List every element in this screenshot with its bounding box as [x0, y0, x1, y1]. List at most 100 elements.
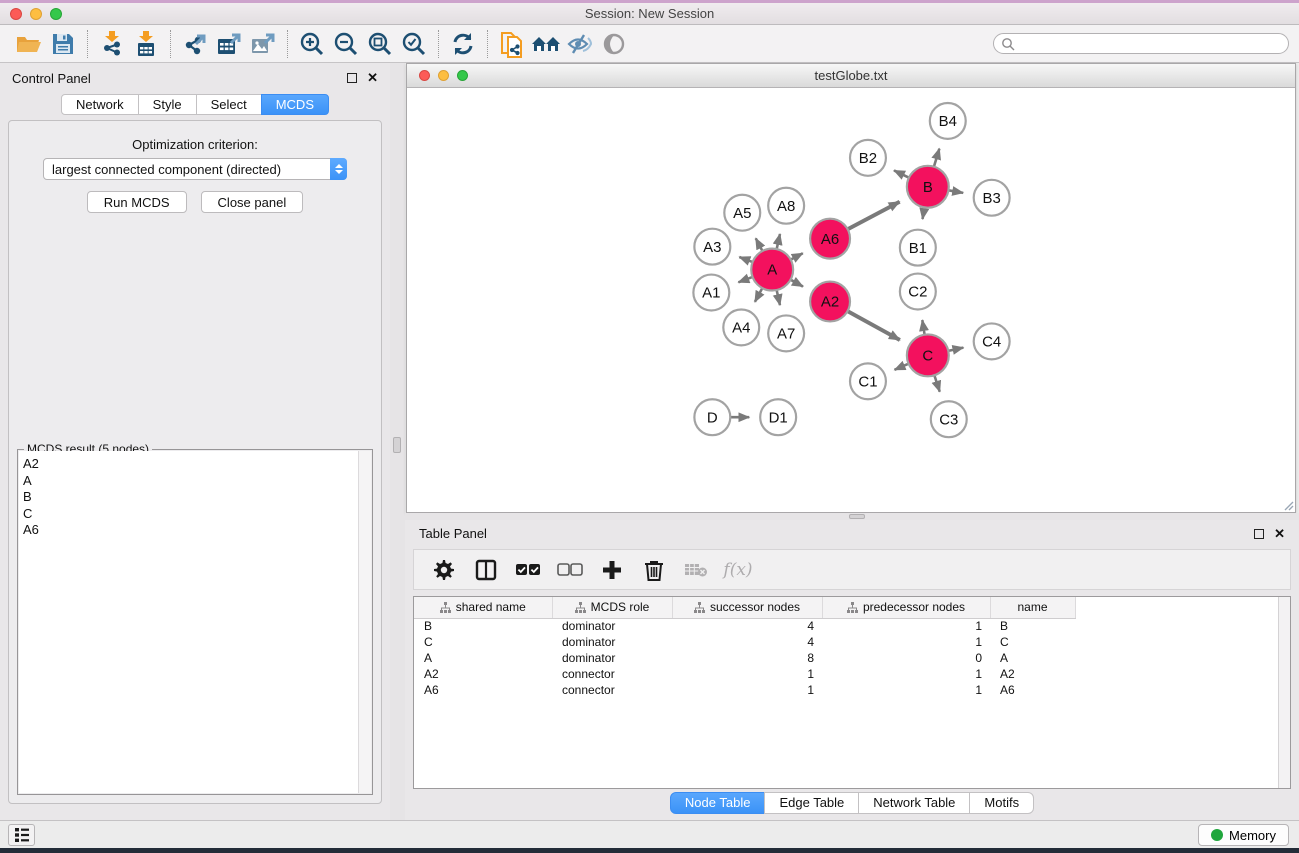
deselect-all-columns-button[interactable] [556, 556, 584, 584]
tab-node-table[interactable]: Node Table [670, 792, 766, 814]
float-panel-icon[interactable] [1254, 529, 1264, 539]
table-cell[interactable]: 4 [672, 618, 822, 634]
edge-B-B3[interactable] [948, 190, 963, 193]
search-input[interactable] [1015, 35, 1288, 52]
edge-A6-B[interactable] [848, 202, 900, 230]
export-network-button[interactable] [178, 29, 212, 59]
table-row[interactable]: Bdominator41B [414, 618, 1075, 634]
table-cell[interactable]: A6 [414, 682, 552, 698]
table-cell[interactable]: dominator [552, 634, 672, 650]
graph-node-C2[interactable]: C2 [900, 274, 936, 310]
table-cell[interactable]: 1 [822, 682, 990, 698]
result-list-item[interactable]: C [23, 506, 371, 523]
table-cell[interactable]: C [414, 634, 552, 650]
edge-A-A2[interactable] [791, 280, 803, 287]
table-cell[interactable]: B [990, 618, 1075, 634]
save-session-button[interactable] [46, 29, 80, 59]
result-list-item[interactable]: A [23, 473, 371, 490]
zoom-out-button[interactable] [329, 29, 363, 59]
table-cell[interactable]: C [990, 634, 1075, 650]
zoom-fit-button[interactable] [363, 29, 397, 59]
result-list-item[interactable]: A6 [23, 522, 371, 539]
result-list-scrollbar[interactable] [358, 451, 371, 793]
table-row[interactable]: A6connector11A6 [414, 682, 1075, 698]
table-cell[interactable]: 1 [822, 618, 990, 634]
zoom-in-button[interactable] [295, 29, 329, 59]
table-cell[interactable]: 1 [672, 682, 822, 698]
edge-B-B2[interactable] [894, 170, 909, 177]
open-session-button[interactable] [12, 29, 46, 59]
table-cell[interactable]: connector [552, 666, 672, 682]
column-layout-button[interactable] [472, 556, 500, 584]
tab-network-table[interactable]: Network Table [858, 792, 970, 814]
tab-mcds[interactable]: MCDS [261, 94, 329, 115]
edge-C-C3[interactable] [934, 375, 939, 391]
divider-grip[interactable] [393, 437, 401, 453]
graph-node-C1[interactable]: C1 [850, 363, 886, 399]
table-row[interactable]: A2connector11A2 [414, 666, 1075, 682]
divider-grip[interactable] [849, 514, 865, 519]
tab-style[interactable]: Style [138, 94, 197, 115]
graph-node-B2[interactable]: B2 [850, 140, 886, 176]
select-all-columns-button[interactable] [514, 556, 542, 584]
edge-A-A1[interactable] [738, 277, 752, 282]
graph-node-B3[interactable]: B3 [974, 180, 1010, 216]
table-cell[interactable]: 1 [822, 634, 990, 650]
tab-select[interactable]: Select [196, 94, 262, 115]
import-table-button[interactable] [129, 29, 163, 59]
export-table-button[interactable] [212, 29, 246, 59]
result-list-item[interactable]: A2 [23, 456, 371, 473]
network-canvas[interactable]: B4B2BB3A8A5A6A3B1AA1C2A2A4A7C4CC1DD1C3 [407, 89, 1295, 512]
graph-node-D[interactable]: D [694, 399, 730, 435]
network-graph[interactable]: B4B2BB3A8A5A6A3B1AA1C2A2A4A7C4CC1DD1C3 [407, 89, 1295, 512]
edge-B-B1[interactable] [923, 207, 925, 219]
graph-node-B1[interactable]: B1 [900, 230, 936, 266]
window-resize-grip[interactable] [1282, 499, 1294, 511]
edge-C-C1[interactable] [895, 364, 909, 370]
table-cell[interactable]: 1 [672, 666, 822, 682]
graph-node-A1[interactable]: A1 [693, 275, 729, 311]
edge-B-B4[interactable] [934, 149, 939, 167]
create-column-button[interactable] [598, 556, 626, 584]
network-window-titlebar[interactable]: testGlobe.txt [407, 64, 1295, 88]
show-all-panels-button[interactable] [529, 29, 563, 59]
tab-edge-table[interactable]: Edge Table [764, 792, 859, 814]
tab-network[interactable]: Network [61, 94, 139, 115]
graph-node-A5[interactable]: A5 [724, 195, 760, 231]
graph-node-D1[interactable]: D1 [760, 399, 796, 435]
edge-C-C4[interactable] [948, 348, 963, 351]
table-row[interactable]: Adominator80A [414, 650, 1075, 666]
table-cell[interactable]: 8 [672, 650, 822, 666]
graph-node-A3[interactable]: A3 [694, 229, 730, 265]
edge-A2-C[interactable] [848, 311, 900, 340]
table-cell[interactable]: 1 [822, 666, 990, 682]
column-header-successor-nodes[interactable]: successor nodes [672, 597, 822, 618]
table-row[interactable]: Cdominator41C [414, 634, 1075, 650]
delete-column-button[interactable] [640, 556, 668, 584]
vertical-split-divider[interactable] [390, 63, 405, 820]
table-cell[interactable]: 4 [672, 634, 822, 650]
search-field[interactable] [993, 33, 1289, 54]
column-header-predecessor-nodes[interactable]: predecessor nodes [822, 597, 990, 618]
edge-A-A5[interactable] [756, 238, 763, 251]
tab-motifs[interactable]: Motifs [969, 792, 1034, 814]
horizontal-split-divider[interactable] [405, 513, 1299, 520]
table-cell[interactable]: A2 [990, 666, 1075, 682]
column-header-MCDS-role[interactable]: MCDS role [552, 597, 672, 618]
table-cell[interactable]: A [414, 650, 552, 666]
graph-node-C3[interactable]: C3 [931, 401, 967, 437]
graph-node-B4[interactable]: B4 [930, 103, 966, 139]
edge-A-A3[interactable] [739, 257, 752, 262]
graph-node-A6[interactable]: A6 [810, 219, 850, 259]
result-list-item[interactable]: B [23, 489, 371, 506]
edge-C-C2[interactable] [922, 320, 924, 335]
close-panel-icon[interactable]: ✕ [1274, 529, 1285, 539]
export-image-button[interactable] [246, 29, 280, 59]
table-settings-button[interactable] [430, 556, 458, 584]
edge-A-A7[interactable] [777, 290, 780, 305]
table-cell[interactable]: A2 [414, 666, 552, 682]
refresh-view-button[interactable] [446, 29, 480, 59]
memory-button[interactable]: Memory [1198, 824, 1289, 846]
mcds-result-listbox[interactable]: A2ABCA6 [19, 451, 371, 793]
table-cell[interactable]: 0 [822, 650, 990, 666]
